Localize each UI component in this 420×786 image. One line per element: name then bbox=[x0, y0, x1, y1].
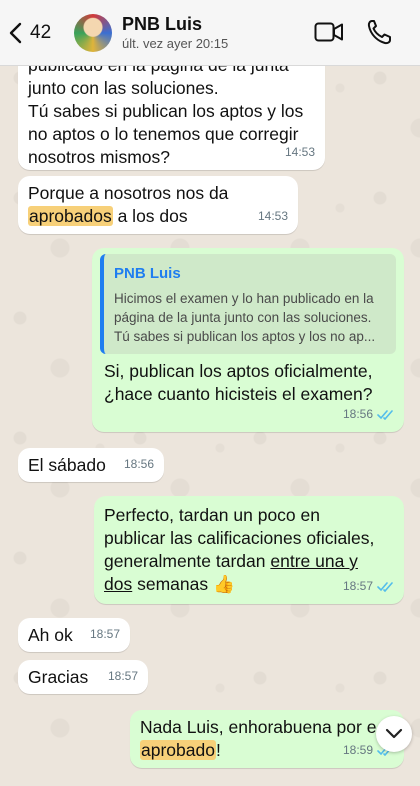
video-call-icon[interactable] bbox=[314, 18, 344, 46]
message-text-line: no aptos o lo tenemos que corregir bbox=[28, 124, 299, 144]
message-time: 18:59 bbox=[342, 743, 373, 757]
message-text: Gracias bbox=[28, 667, 89, 687]
message-text-line: Si, publican los aptos oficialmente, bbox=[104, 361, 373, 381]
message-text: ! bbox=[215, 740, 221, 760]
thumbs-up-emoji: 👍 bbox=[212, 575, 235, 595]
quoted-author: PNB Luis bbox=[114, 265, 181, 282]
message-text-line: nosotros mismos? bbox=[28, 147, 170, 167]
read-ticks-icon bbox=[377, 582, 393, 592]
message-incoming[interactable]: Gracias 18:57 bbox=[18, 660, 148, 694]
message-text: a los dos bbox=[112, 206, 188, 226]
message-time: 14:53 bbox=[257, 209, 288, 223]
contact-name[interactable]: PNB Luis bbox=[122, 14, 202, 35]
message-text: generalmente tardan bbox=[104, 551, 271, 571]
message-text-line: generalmente tardan entre una y bbox=[104, 550, 394, 573]
back-button[interactable]: 42 bbox=[8, 18, 51, 48]
message-outgoing[interactable]: Perfecto, tardan un poco en publicar las… bbox=[94, 496, 404, 604]
message-text-line: junto con las soluciones. bbox=[28, 78, 219, 98]
highlighted-word: aprobado bbox=[140, 740, 216, 760]
chat-header: 42 PNB Luis últ. vez ayer 20:15 bbox=[0, 0, 420, 66]
message-text: El sábado bbox=[28, 455, 106, 475]
message-text-line: Perfecto, tardan un poco en bbox=[104, 505, 320, 525]
message-time: 18:57 bbox=[342, 579, 373, 593]
phone-call-icon[interactable] bbox=[366, 18, 392, 46]
scroll-to-bottom-button[interactable] bbox=[376, 716, 412, 752]
avatar[interactable] bbox=[74, 14, 112, 52]
highlighted-word: aprobados bbox=[28, 206, 113, 226]
message-text-line: Porque a nosotros nos da bbox=[28, 183, 229, 203]
read-ticks-icon bbox=[377, 410, 393, 420]
last-seen-status: últ. vez ayer 20:15 bbox=[122, 36, 229, 51]
message-text-line: Nada Luis, enhorabuena por e bbox=[140, 717, 377, 737]
date-link[interactable]: entre una y bbox=[270, 551, 358, 571]
message-text: semanas bbox=[132, 574, 213, 594]
unread-count: 42 bbox=[30, 22, 52, 43]
message-time: 18:57 bbox=[107, 669, 138, 683]
message-outgoing[interactable]: Nada Luis, enhorabuena por e aprobado! 1… bbox=[130, 710, 404, 768]
chevron-left-icon bbox=[9, 22, 22, 44]
quoted-text-line: Tú sabes si publican los aptos y los no … bbox=[114, 329, 376, 344]
message-text-line: Tú sabes si publican los aptos y los bbox=[28, 101, 304, 121]
message-time: 18:57 bbox=[89, 627, 120, 641]
message-time: 14:53 bbox=[284, 145, 315, 159]
message-incoming[interactable]: Ah ok 18:57 bbox=[18, 618, 130, 652]
quoted-text-line: página de la junta junto con las solucio… bbox=[114, 310, 372, 325]
message-outgoing[interactable]: PNB Luis Hicimos el examen y lo han publ… bbox=[92, 248, 404, 432]
message-time: 18:56 bbox=[123, 457, 154, 471]
message-time: 18:56 bbox=[342, 407, 373, 421]
quoted-message[interactable]: PNB Luis Hicimos el examen y lo han publ… bbox=[100, 254, 396, 354]
message-text-line: publicar las calificaciones oficiales, bbox=[104, 528, 375, 548]
quoted-text-line: Hicimos el examen y lo han publicado en … bbox=[114, 291, 374, 306]
date-link[interactable]: dos bbox=[104, 574, 132, 594]
message-incoming[interactable]: El sábado 18:56 bbox=[18, 448, 164, 482]
message-text: Ah ok bbox=[28, 625, 73, 645]
chevron-down-icon bbox=[385, 728, 403, 739]
message-text-line: aprobados a los dos bbox=[28, 205, 288, 228]
message-incoming[interactable]: Porque a nosotros nos da aprobados a los… bbox=[18, 176, 298, 234]
